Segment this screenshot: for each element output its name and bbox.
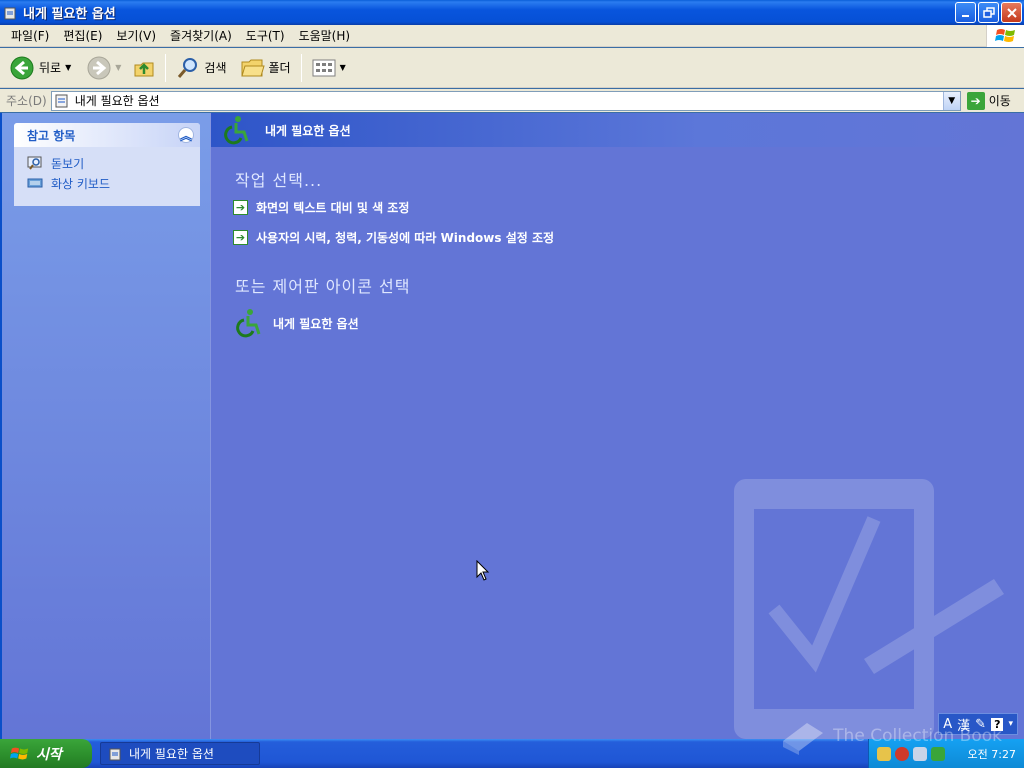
address-input[interactable]: 내게 필요한 옵션 ▼	[50, 90, 961, 111]
site-watermark: The Collection Book	[779, 717, 1002, 755]
restore-button[interactable]	[978, 2, 999, 23]
banner-title: 내게 필요한 옵션	[265, 123, 351, 138]
address-dropdown-button[interactable]: ▼	[942, 91, 960, 110]
folders-label: 폴더	[268, 61, 291, 75]
chevron-down-icon: ▼	[948, 95, 956, 106]
up-folder-icon	[134, 62, 154, 76]
collapse-button[interactable]: ︽	[178, 127, 194, 143]
forward-dropdown-icon[interactable]: ▼	[115, 63, 121, 72]
search-label: 검색	[204, 61, 227, 75]
mouse-cursor-icon	[476, 560, 490, 581]
window-folder-icon	[109, 748, 121, 760]
search-icon	[178, 57, 198, 78]
address-label: 주소(D)	[6, 94, 47, 108]
taskbar-item-accessibility-window[interactable]: 내게 필요한 옵션	[100, 742, 260, 765]
sidebar-link-label: 돋보기	[51, 156, 85, 171]
langbar-options-icon[interactable]: ▾	[1008, 719, 1013, 729]
restore-icon	[982, 6, 995, 18]
up-folder-button[interactable]	[129, 52, 159, 84]
windows-flag-icon	[10, 747, 29, 759]
title-bar[interactable]: 내게 필요한 옵션	[0, 0, 1024, 25]
control-panel-page-icon	[55, 94, 68, 107]
go-arrow-icon: ➔	[966, 91, 985, 110]
menu-tools[interactable]: 도구(T)	[239, 27, 292, 44]
go-label: 이동	[988, 94, 1011, 108]
close-button[interactable]	[1001, 2, 1022, 23]
menu-edit[interactable]: 편집(E)	[56, 27, 109, 44]
category-pane: 내게 필요한 옵션 작업 선택... ➔ 화면의 텍스트 대비 및 색 조정 ➔…	[210, 113, 1024, 739]
folders-icon	[240, 59, 265, 76]
forward-button[interactable]: ▼	[83, 52, 125, 84]
checklist-watermark-icon	[734, 479, 1004, 739]
chevron-up-icon: ︽	[179, 128, 192, 143]
control-panel-item-accessibility[interactable]: 내게 필요한 옵션	[233, 307, 359, 339]
accessibility-icon	[224, 116, 249, 145]
folders-button[interactable]: 폴더	[237, 52, 295, 84]
keyboard-icon	[27, 178, 43, 188]
start-label: 시작	[36, 746, 62, 763]
see-also-header[interactable]: 참고 항목 ︽	[14, 123, 200, 147]
menu-favorites[interactable]: 즐겨찾기(A)	[163, 27, 239, 44]
views-dropdown-icon[interactable]: ▼	[340, 63, 346, 72]
explorer-content: 참고 항목 ︽ 돋보기 화상 키보드 내게 필요한 옵션 작업 선택... ➔ …	[0, 113, 1024, 739]
search-button[interactable]: 검색	[172, 52, 230, 84]
forward-arrow-icon	[87, 56, 111, 79]
windows-logo-icon	[986, 25, 1024, 47]
green-arrow-icon: ➔	[233, 230, 248, 245]
start-button[interactable]: 시작	[0, 739, 92, 768]
magnifier-icon	[27, 156, 42, 170]
window-controls	[955, 2, 1022, 23]
see-also-panel: 참고 항목 ︽ 돋보기 화상 키보드	[14, 123, 200, 206]
watermark-text: The Collection Book	[833, 726, 1002, 746]
green-arrow-icon: ➔	[233, 200, 248, 215]
sidebar-link-on-screen-keyboard[interactable]: 화상 키보드	[14, 173, 200, 193]
menu-help[interactable]: 도움말(H)	[292, 27, 358, 44]
back-button[interactable]: 뒤로 ▼	[6, 52, 75, 84]
go-button[interactable]: ➔ 이동	[966, 91, 1011, 110]
category-banner: 내게 필요한 옵션	[211, 113, 1024, 147]
control-panel-item-label: 내게 필요한 옵션	[273, 316, 359, 331]
menu-view[interactable]: 보기(V)	[109, 27, 163, 44]
toolbar-separator	[300, 53, 302, 82]
address-value: 내게 필요한 옵션	[74, 94, 160, 108]
minimize-button[interactable]	[955, 2, 976, 23]
window-title: 내게 필요한 옵션	[23, 7, 116, 22]
book-watermark-icon	[783, 723, 824, 755]
back-label: 뒤로	[39, 61, 62, 75]
task-pane: 참고 항목 ︽ 돋보기 화상 키보드	[0, 113, 210, 739]
address-bar: 주소(D) 내게 필요한 옵션 ▼ ➔ 이동	[0, 89, 1024, 112]
task-link-label: 화면의 텍스트 대비 및 색 조정	[256, 201, 410, 215]
pick-task-heading: 작업 선택...	[235, 171, 323, 190]
see-also-title: 참고 항목	[27, 128, 76, 143]
sidebar-link-label: 화상 키보드	[51, 176, 111, 191]
pick-icon-heading: 또는 제어판 아이콘 선택	[235, 277, 411, 296]
toolbar: 뒤로 ▼ ▼ 검색 폴더 ▼	[0, 48, 1024, 88]
back-dropdown-icon[interactable]: ▼	[65, 63, 71, 72]
taskbar-item-label: 내게 필요한 옵션	[129, 747, 214, 761]
close-icon	[1006, 7, 1017, 18]
views-button[interactable]: ▼	[308, 52, 350, 84]
minimize-icon	[961, 14, 969, 17]
task-link-label: 사용자의 시력, 청력, 기동성에 따라 Windows 설정 조정	[256, 231, 555, 245]
back-arrow-icon	[10, 56, 34, 79]
window-folder-icon	[4, 7, 16, 19]
sidebar-link-magnifier[interactable]: 돋보기	[14, 153, 200, 173]
accessibility-icon	[236, 309, 261, 338]
toolbar-separator	[165, 53, 167, 82]
menu-bar: 파일(F) 편집(E) 보기(V) 즐겨찾기(A) 도구(T) 도움말(H)	[0, 25, 1024, 47]
views-grid-icon	[312, 59, 336, 76]
task-link-contrast[interactable]: ➔ 화면의 텍스트 대비 및 색 조정	[233, 199, 409, 216]
menu-file[interactable]: 파일(F)	[4, 27, 56, 44]
task-link-adjust-settings[interactable]: ➔ 사용자의 시력, 청력, 기동성에 따라 Windows 설정 조정	[233, 229, 554, 246]
